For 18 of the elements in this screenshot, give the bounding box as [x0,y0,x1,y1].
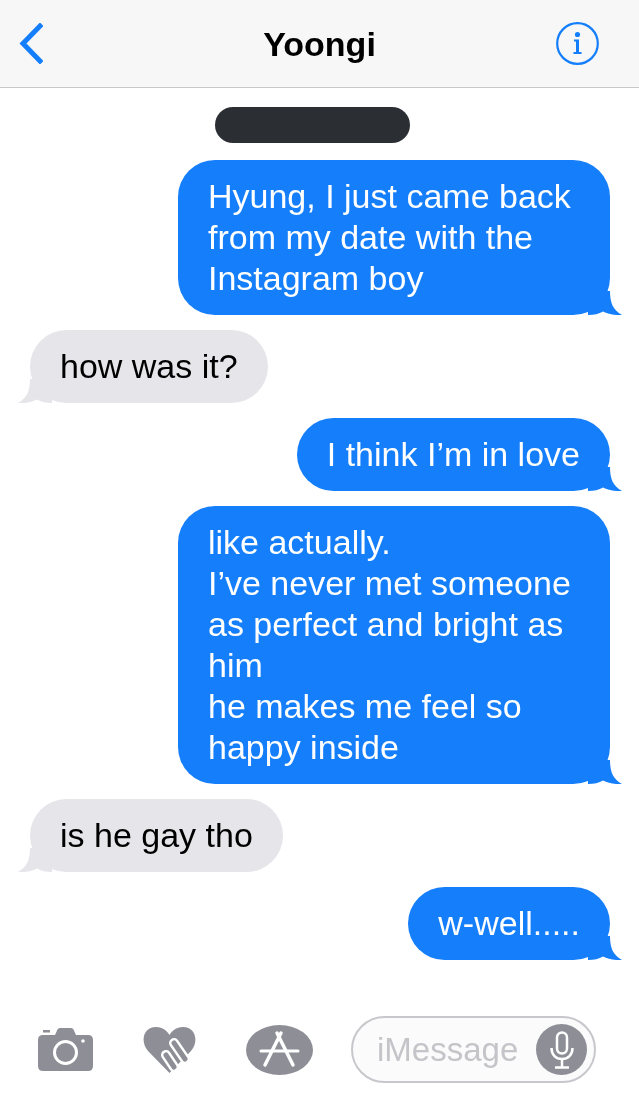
back-chevron-icon [18,23,43,64]
info-icon [556,22,599,65]
back-button[interactable] [18,23,43,64]
message-text: I think I’m in love [326,434,580,475]
digital-touch-button[interactable] [142,1026,197,1073]
app-store-button[interactable] [246,1024,313,1075]
app-store-icon [246,1024,313,1075]
info-button[interactable] [556,22,599,65]
contact-name: Yoongi [263,26,376,61]
microphone-icon [548,1030,575,1069]
message-text: is he gay tho [60,815,253,856]
message-text: how was it? [60,346,238,387]
camera-button[interactable] [38,1028,93,1071]
camera-icon [38,1028,93,1071]
message-text: Hyung, I just came back from my date with the Instagram boy [208,176,572,299]
message-text: w-well..... [438,903,580,944]
message-text: like actually. I’ve never met someone as perfect and bright as him he makes me feel so happy inside [208,522,572,768]
heart-with-fingers-icon [142,1026,197,1073]
